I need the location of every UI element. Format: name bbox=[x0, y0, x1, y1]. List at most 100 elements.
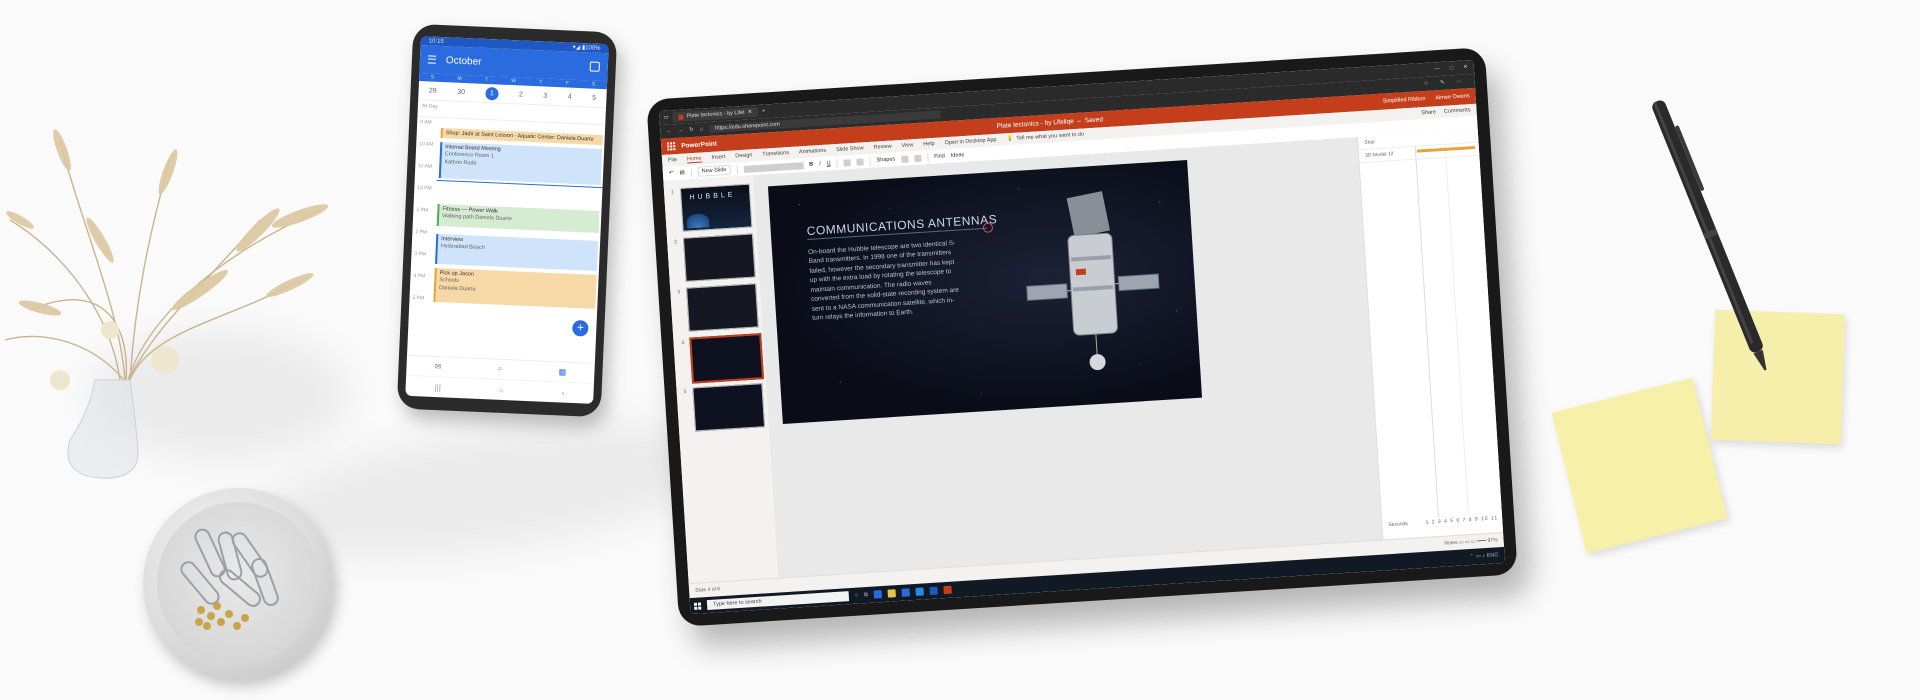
tab-view[interactable]: View bbox=[901, 142, 913, 149]
view-controls[interactable]: Notes ▭ ▭ ▭ ━━━ 97% bbox=[1444, 537, 1497, 546]
browser-toolbar-icons[interactable]: ☆ ✎ ⋯ bbox=[1423, 78, 1474, 87]
tab-help[interactable]: Help bbox=[923, 141, 935, 148]
underline-icon[interactable]: U bbox=[827, 160, 831, 166]
calendar-event[interactable]: Internal Board Meeting Conference Room 1… bbox=[438, 142, 603, 186]
file-explorer-icon[interactable] bbox=[887, 589, 897, 598]
windows-start-icon[interactable] bbox=[693, 601, 702, 610]
tablet-screen: ▭ Plate tectonics - by Lifel ✕ + — □ ✕ ←… bbox=[658, 59, 1506, 615]
user-name[interactable]: Aimee Owens bbox=[1435, 93, 1470, 101]
share-button[interactable]: Share bbox=[1421, 109, 1436, 116]
slide-thumbnail[interactable]: 5 bbox=[683, 383, 766, 432]
new-slide-button[interactable]: New Slide bbox=[697, 164, 731, 177]
pen bbox=[1652, 100, 1767, 371]
paperclips bbox=[180, 528, 279, 630]
undo-icon[interactable]: ↶ bbox=[669, 170, 674, 176]
play-stop-button[interactable]: Stop bbox=[1364, 139, 1375, 146]
day-cell[interactable]: 29 bbox=[429, 87, 437, 94]
tab-insert[interactable]: Insert bbox=[711, 154, 725, 161]
menu-icon[interactable] bbox=[427, 55, 437, 64]
timeline-ticks: 1 2 3 4 5 6 7 8 9 10 11 bbox=[1425, 515, 1499, 526]
thumb-title: HUBBLE bbox=[689, 191, 736, 202]
powerpoint-favicon-icon bbox=[678, 114, 684, 120]
slide-thumbnail[interactable]: 1 HUBBLE bbox=[671, 183, 753, 232]
cortana-icon[interactable]: ○ bbox=[855, 593, 859, 599]
today-icon[interactable] bbox=[589, 61, 601, 72]
close-tab-icon[interactable]: ✕ bbox=[747, 109, 752, 115]
search-icon[interactable]: ⌕ bbox=[498, 364, 503, 374]
bold-icon[interactable]: B bbox=[809, 162, 813, 168]
calendar-event[interactable]: Interview Hyderabad Beach bbox=[435, 233, 599, 271]
refresh-icon[interactable]: ↻ bbox=[689, 127, 694, 133]
day-cell[interactable]: 30 bbox=[457, 88, 465, 95]
phone-status-icons: ▾◢ ▮100% bbox=[572, 44, 601, 52]
event-title: Shop: Jadir at Saint Lesson · Aquatic Ce… bbox=[445, 130, 594, 143]
task-view-icon[interactable]: ⧉ bbox=[864, 591, 868, 598]
day-cell[interactable]: 5 bbox=[592, 94, 596, 101]
bullets-icon[interactable] bbox=[843, 158, 851, 167]
simplified-ribbon-toggle[interactable]: Simplified Ribbon bbox=[1383, 96, 1426, 105]
lightbulb-icon: 💡 bbox=[1006, 135, 1014, 143]
smartphone: 10:15 ▾◢ ▮100% October S M T W T F S 2 9 … bbox=[396, 23, 618, 418]
back-icon[interactable]: ‹ bbox=[562, 388, 565, 397]
tab-animations[interactable]: Animations bbox=[799, 148, 827, 156]
back-icon[interactable]: ← bbox=[666, 128, 672, 134]
italic-icon[interactable]: I bbox=[819, 161, 821, 167]
tab-review[interactable]: Review bbox=[873, 144, 891, 151]
day-cell-selected[interactable]: 1 bbox=[485, 86, 499, 101]
edge-icon[interactable] bbox=[873, 590, 883, 599]
mail-icon[interactable]: ✉ bbox=[435, 361, 442, 370]
day-cell[interactable]: 3 bbox=[543, 92, 547, 99]
tab-actions-icon[interactable]: ▭ bbox=[663, 115, 669, 121]
slide-body-text[interactable]: On-board the Hubble telescope are two id… bbox=[808, 239, 962, 324]
shapes-button[interactable]: Shapes bbox=[876, 156, 895, 163]
forward-icon[interactable]: → bbox=[678, 128, 684, 134]
new-tab-button[interactable]: + bbox=[762, 108, 766, 114]
time-label: 4 PM bbox=[413, 272, 426, 280]
tab-transitions[interactable]: Transitions bbox=[762, 150, 789, 158]
font-box-icon[interactable] bbox=[743, 161, 804, 173]
current-slide[interactable]: COMMUNICATIONS ANTENNAS On-board the Hub… bbox=[767, 160, 1203, 424]
seconds-label: Seconds bbox=[1388, 520, 1409, 529]
tab-slide-show[interactable]: Slide Show bbox=[836, 145, 864, 153]
tab-home[interactable]: Home bbox=[686, 155, 702, 163]
ribbon-separator bbox=[926, 152, 929, 162]
tab-file[interactable]: File bbox=[668, 157, 677, 164]
calendar-event[interactable]: Pick up Jason Schools Daniela Duarte bbox=[433, 267, 597, 309]
system-tray[interactable]: ⌃ ▭ ♪ ENG bbox=[1469, 552, 1504, 560]
slide-thumbnail[interactable]: 2 bbox=[674, 233, 756, 282]
home-icon[interactable]: ○ bbox=[499, 385, 504, 394]
share-comments-group: Share Comments bbox=[1421, 107, 1477, 116]
thumb-number: 2 bbox=[674, 239, 678, 246]
close-icon[interactable]: ✕ bbox=[1463, 64, 1468, 70]
calendar-event[interactable]: Fitness — Power Walk Walking path Daniel… bbox=[436, 203, 600, 234]
ribbon-separator bbox=[836, 158, 838, 168]
word-icon[interactable] bbox=[929, 586, 939, 596]
open-in-desktop-app[interactable]: Open in Desktop App bbox=[944, 137, 996, 146]
app-launcher-icon[interactable] bbox=[666, 142, 676, 151]
store-icon[interactable] bbox=[901, 588, 911, 597]
home-icon[interactable]: ⌂ bbox=[700, 126, 704, 132]
fill-icon[interactable] bbox=[900, 155, 909, 163]
calendar-icon[interactable]: ▦ bbox=[558, 367, 566, 376]
comments-button[interactable]: Comments bbox=[1444, 107, 1471, 115]
align-icon[interactable] bbox=[856, 157, 864, 166]
mail-icon[interactable] bbox=[915, 587, 925, 596]
phone-screen: 10:15 ▾◢ ▮100% October S M T W T F S 2 9 … bbox=[405, 36, 609, 404]
day-cell[interactable]: 4 bbox=[568, 93, 572, 100]
hubble-telescope-model[interactable] bbox=[1019, 182, 1171, 390]
day-cell[interactable]: 2 bbox=[519, 91, 523, 98]
slide-thumbnail-selected[interactable]: 4 bbox=[681, 333, 765, 384]
calendar-month-title: October bbox=[445, 54, 482, 68]
powerpoint-icon[interactable] bbox=[943, 585, 953, 595]
find-button[interactable]: Find bbox=[934, 153, 945, 160]
recents-icon[interactable]: ||| bbox=[435, 383, 442, 392]
maximize-icon[interactable]: □ bbox=[1450, 65, 1454, 71]
ideas-button[interactable]: Ideas bbox=[951, 152, 965, 159]
new-event-button[interactable]: + bbox=[572, 319, 589, 337]
tab-design[interactable]: Design bbox=[735, 152, 752, 159]
slide-editing-area: COMMUNICATIONS ANTENNAS On-board the Hub… bbox=[753, 137, 1384, 579]
minimize-icon[interactable]: — bbox=[1434, 66, 1440, 72]
clipboard-icon[interactable]: ▤ bbox=[679, 170, 685, 176]
slide-thumbnail[interactable]: 3 bbox=[677, 283, 759, 332]
outline-icon[interactable] bbox=[913, 154, 922, 162]
